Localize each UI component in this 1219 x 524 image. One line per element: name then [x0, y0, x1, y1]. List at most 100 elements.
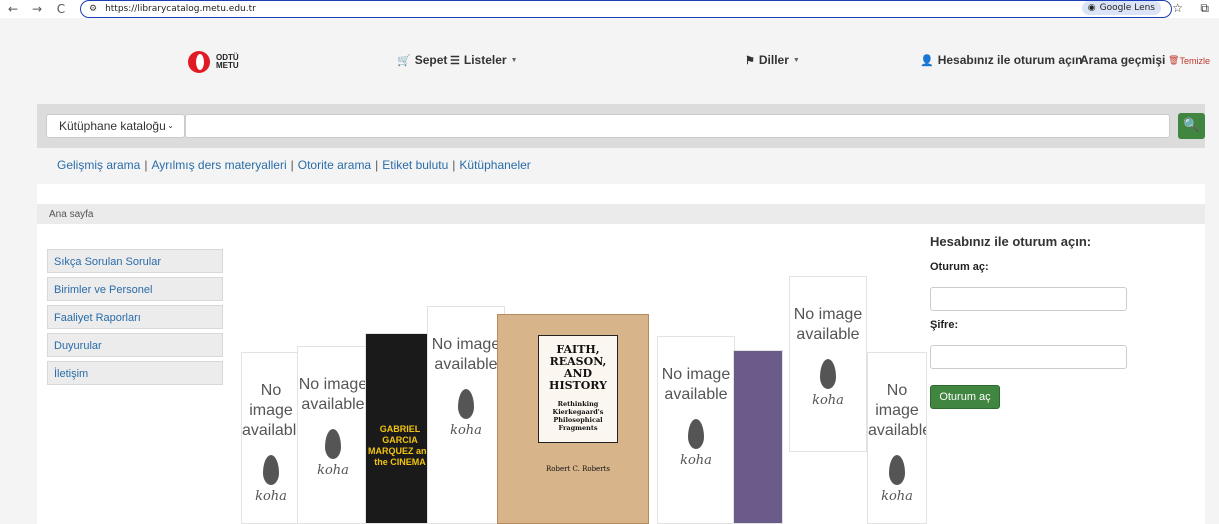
login-panel: Hesabınız ile oturum açın: Oturum aç: Şi… — [930, 234, 1180, 409]
book-cover[interactable]: No image available koha — [297, 346, 369, 524]
advanced-search-link[interactable]: Gelişmiş arama — [57, 158, 140, 172]
history-label: Arama geçmişi — [1080, 53, 1166, 67]
koha-drop-icon — [325, 429, 341, 459]
book-cover-faith-reason-history[interactable]: FAITH, REASON, AND HISTORY Rethinking Ki… — [497, 314, 649, 524]
lists-label: Listeler — [463, 53, 507, 67]
sidebar-item-units[interactable]: Birimler ve Personel — [47, 277, 223, 301]
koha-logo-text: koha — [450, 423, 482, 438]
password-input[interactable] — [930, 345, 1127, 369]
book-cover[interactable]: No image available koha — [241, 352, 301, 524]
languages-menu[interactable]: ⚑ Diller ▼ — [745, 53, 800, 67]
site-settings-icon[interactable]: ⚙ — [89, 4, 97, 14]
bookmark-star-icon[interactable]: ☆ — [1172, 1, 1183, 15]
username-label: Oturum aç: — [930, 261, 989, 273]
koha-drop-icon — [820, 359, 836, 389]
metu-logo[interactable]: ODTÜ METU — [188, 51, 239, 73]
no-image-line2: available — [434, 356, 498, 373]
reload-icon[interactable]: C — [56, 2, 66, 16]
no-image-line1: No image — [431, 336, 501, 353]
breadcrumb: Ana sayfa — [37, 204, 1205, 224]
no-image-line1: No image — [875, 382, 919, 419]
clear-label: Temizle — [1179, 55, 1210, 66]
lens-label: Google Lens — [1099, 3, 1155, 13]
koha-drop-icon — [688, 419, 704, 449]
sidebar-item-label: Birimler ve Personel — [54, 284, 153, 296]
logo-line2: METU — [216, 61, 239, 70]
extensions-icon[interactable]: ⧉ — [1200, 1, 1209, 16]
koha-logo-text: koha — [317, 463, 349, 478]
no-image-line1: No image — [249, 382, 293, 419]
login-heading: Hesabınız ile oturum açın: — [930, 234, 1092, 249]
trash-icon: 🗑 — [1168, 55, 1180, 65]
cart-icon: 🛒 — [397, 54, 411, 67]
username-input[interactable] — [930, 287, 1127, 311]
search-bar: Kütüphane kataloğu ⌄ 🔍 — [37, 104, 1205, 148]
catalog-select[interactable]: Kütüphane kataloğu ⌄ — [46, 114, 185, 138]
breadcrumb-home[interactable]: Ana sayfa — [49, 209, 93, 220]
password-label: Şifre: — [930, 319, 959, 331]
sidebar-item-label: Sıkça Sorulan Sorular — [54, 256, 161, 268]
chevron-down-icon: ⌄ — [167, 121, 174, 130]
koha-drop-icon — [889, 455, 905, 485]
book-cover-carousel[interactable]: No image available koha No image available… — [227, 234, 927, 524]
no-image-line1: No image — [661, 366, 731, 383]
faith-subtitle: Rethinking Kierkegaard's Philosophical F… — [552, 400, 604, 432]
no-image-text: No image available — [428, 335, 504, 375]
search-links: Gelişmiş arama | Ayrılmış ders materyaller… — [57, 158, 531, 172]
address-bar[interactable]: ⚙ https://librarycatalog.metu.edu.tr — [80, 0, 1172, 18]
search-button[interactable]: 🔍 — [1178, 113, 1205, 139]
languages-label: Diller — [758, 53, 789, 67]
lists-menu[interactable]: ☰ Listeler ▼ — [450, 53, 518, 67]
book-cover[interactable]: No image available koha — [867, 352, 927, 524]
search-input[interactable] — [185, 114, 1170, 138]
koha-logo-text: koha — [881, 489, 913, 504]
login-link[interactable]: 👤 Hesabınız ile oturum açın — [920, 53, 1082, 67]
book-cover[interactable]: No image available koha — [657, 336, 735, 524]
no-image-line2: available — [664, 386, 728, 403]
faith-author: Robert C. Roberts — [546, 465, 610, 473]
book-cover[interactable]: No image available koha — [427, 306, 505, 524]
sidebar-item-reports[interactable]: Faaliyet Raporları — [47, 305, 223, 329]
separator: | — [452, 158, 456, 172]
flag-icon: ⚑ — [745, 54, 755, 67]
no-image-line2: available — [301, 396, 365, 413]
search-history-link[interactable]: Arama geçmişi — [1080, 53, 1165, 67]
separator: | — [144, 158, 148, 172]
no-image-text: No image available — [658, 365, 734, 405]
no-image-line1: No image — [793, 306, 863, 323]
no-image-text: No image available — [790, 305, 866, 345]
book-cover-marquez[interactable]: GABRIEL GARCIA MARQUEZ and the CINEMA — [365, 333, 435, 524]
tag-cloud-link[interactable]: Etiket bulutu — [382, 158, 448, 172]
sidebar-item-announcements[interactable]: Duyurular — [47, 333, 223, 357]
google-lens-button[interactable]: ◉ Google Lens — [1081, 1, 1161, 15]
koha-logo-text: koha — [812, 393, 844, 408]
logo-text: ODTÜ METU — [216, 54, 239, 70]
sidebar-item-contact[interactable]: İletişim — [47, 361, 223, 385]
no-image-text: No image available — [298, 375, 368, 415]
book-cover-purple[interactable] — [733, 350, 783, 524]
book-cover[interactable]: No image available koha — [789, 276, 867, 452]
cover-title-plate: FAITH, REASON, AND HISTORY Rethinking Ki… — [538, 335, 618, 443]
koha-drop-icon — [263, 455, 279, 485]
sidebar-item-label: Faaliyet Raporları — [54, 312, 141, 324]
koha-logo-text: koha — [255, 489, 287, 504]
authority-search-link[interactable]: Otorite arama — [298, 158, 371, 172]
cart-label: Sepet — [414, 53, 448, 67]
sidebar-item-label: Duyurular — [54, 340, 102, 352]
koha-drop-icon — [458, 389, 474, 419]
back-icon[interactable]: ← — [8, 2, 18, 16]
login-button[interactable]: Oturum aç — [930, 385, 1000, 409]
chevron-down-icon: ▼ — [510, 56, 518, 64]
forward-icon[interactable]: → — [32, 2, 42, 16]
course-reserves-link[interactable]: Ayrılmış ders materyalleri — [151, 158, 286, 172]
chevron-down-icon: ▼ — [792, 56, 800, 64]
sidebar-nav: Sıkça Sorulan Sorular Birimler ve Person… — [47, 249, 223, 389]
list-icon: ☰ — [450, 54, 460, 67]
faith-title: FAITH, REASON, AND HISTORY — [549, 343, 607, 392]
no-image-line2: available — [242, 422, 301, 439]
libraries-link[interactable]: Kütüphaneler — [459, 158, 530, 172]
clear-history-link[interactable]: 🗑 Temizle — [1168, 55, 1210, 66]
sidebar-item-faq[interactable]: Sıkça Sorulan Sorular — [47, 249, 223, 273]
separator: | — [375, 158, 379, 172]
cart-link[interactable]: 🛒 Sepet — [397, 53, 447, 67]
